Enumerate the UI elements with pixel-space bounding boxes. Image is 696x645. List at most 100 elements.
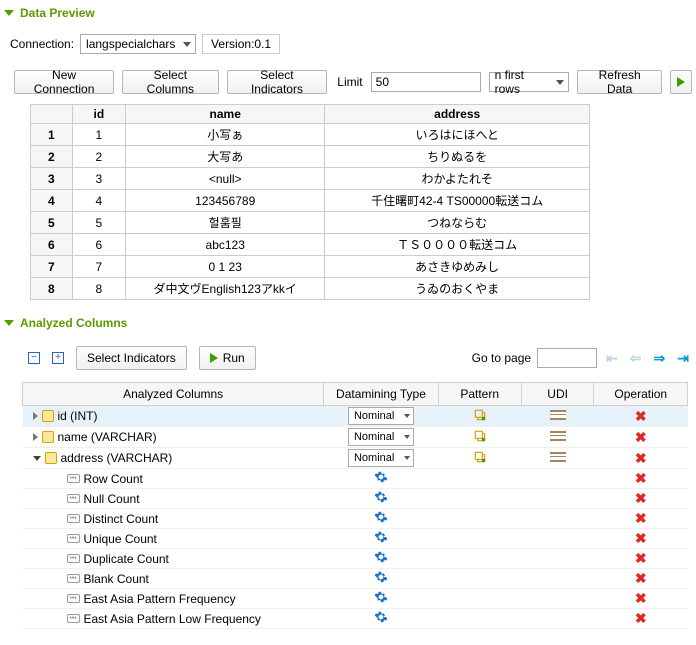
row-number: 4 [31,190,73,212]
header-datamining-type: Datamining Type [324,383,438,406]
gear-icon[interactable] [374,510,388,524]
column-row[interactable]: id (INT)Nominal✖ [23,406,688,427]
udi-icon[interactable] [550,410,566,420]
delete-icon[interactable]: ✖ [635,470,647,486]
delete-icon[interactable]: ✖ [635,570,647,586]
column-icon [45,452,57,464]
col-header-name[interactable]: name [126,105,325,124]
indicator-row[interactable]: ••• Unique Count ✖ [23,529,688,549]
table-row[interactable]: 770 1 23あさきゆめみし [31,256,590,278]
cell-id: 7 [72,256,125,278]
table-row[interactable]: 55헐훔필つねならむ [31,212,590,234]
datamining-type-select[interactable]: Nominal [348,428,414,446]
indicator-row[interactable]: ••• East Asia Pattern Low Frequency ✖ [23,609,688,629]
row-number: 3 [31,168,73,190]
cell-address: ＴＳ００００転送コム [325,234,590,256]
column-icon [42,410,54,422]
table-row[interactable]: 66abc123ＴＳ００００転送コム [31,234,590,256]
collapse-toggle-icon[interactable] [4,320,14,326]
collapse-all-icon[interactable]: − [28,352,40,364]
table-row[interactable]: 33<null>わかよたれそ [31,168,590,190]
indicator-label: Unique Count [84,532,157,546]
table-row[interactable]: 88ダ中文ヴEnglish123アkkイうゐのおくやま [31,278,590,300]
indicator-icon: ••• [67,614,80,623]
table-row[interactable]: 22大写あちりぬるを [31,146,590,168]
version-label: Version:0.1 [211,37,271,51]
section-header-data-preview[interactable]: Data Preview [0,0,696,26]
expand-toggle-icon[interactable] [33,412,38,420]
section-header-analyzed-columns[interactable]: Analyzed Columns [0,310,696,336]
udi-icon[interactable] [550,431,566,441]
indicator-icon: ••• [67,534,80,543]
play-icon [677,77,685,87]
limit-input[interactable] [371,72,481,92]
collapse-toggle-icon[interactable] [4,10,14,16]
chevron-down-icon [404,456,410,460]
connection-select[interactable]: langspecialchars [80,34,196,54]
datamining-type-select[interactable]: Nominal [348,449,414,467]
column-label: address (VARCHAR) [61,451,173,465]
expand-toggle-icon[interactable] [33,456,41,461]
expand-toggle-icon[interactable] [33,433,38,441]
column-row[interactable]: address (VARCHAR) Nominal ✖ [23,448,688,469]
gear-icon[interactable] [374,470,388,484]
delete-icon[interactable]: ✖ [635,550,647,566]
ac-select-indicators-button[interactable]: Select Indicators [76,346,187,370]
delete-icon[interactable]: ✖ [635,408,647,424]
datamining-type-select[interactable]: Nominal [348,407,414,425]
delete-icon[interactable]: ✖ [635,429,647,445]
last-page-icon[interactable]: ⇥ [674,350,692,367]
col-header-id[interactable]: id [72,105,125,124]
delete-icon[interactable]: ✖ [635,510,647,526]
gear-icon[interactable] [374,530,388,544]
first-page-icon[interactable]: ⇤ [603,350,621,367]
indicator-icon: ••• [67,594,80,603]
delete-icon[interactable]: ✖ [635,490,647,506]
select-columns-button[interactable]: Select Columns [122,70,219,94]
gear-icon[interactable] [374,610,388,624]
column-row[interactable]: name (VARCHAR)Nominal✖ [23,427,688,448]
expand-all-icon[interactable]: + [52,352,64,364]
header-operation: Operation [594,383,688,406]
next-page-icon[interactable]: ⇒ [651,350,669,367]
delete-icon[interactable]: ✖ [635,590,647,606]
pattern-icon[interactable] [473,450,487,464]
table-row[interactable]: 11小写ぁいろはにほへと [31,124,590,146]
version-display: Version:0.1 [202,34,280,54]
prev-page-icon[interactable]: ⇐ [627,350,645,367]
cell-name: 123456789 [126,190,325,212]
new-connection-button[interactable]: New Connection [14,70,114,94]
run-button[interactable]: Run [199,346,256,370]
goto-page-input[interactable] [537,348,597,368]
gear-icon[interactable] [374,570,388,584]
chevron-down-icon [404,435,410,439]
indicator-row[interactable]: ••• Null Count ✖ [23,489,688,509]
gear-icon[interactable] [374,490,388,504]
col-header-address[interactable]: address [325,105,590,124]
indicator-icon: ••• [67,494,80,503]
gear-icon[interactable] [374,590,388,604]
pattern-icon[interactable] [473,408,487,422]
indicator-label: Null Count [84,492,140,506]
pattern-icon[interactable] [473,429,487,443]
delete-icon[interactable]: ✖ [635,450,647,466]
udi-icon[interactable] [550,452,566,462]
indicator-row[interactable]: •••Blank Count✖ [23,569,688,589]
run-preview-button[interactable] [670,70,692,94]
cell-name: 헐훔필 [126,212,325,234]
rows-mode-select[interactable]: n first rows [489,72,570,92]
indicator-row[interactable]: •••Row Count✖ [23,469,688,489]
delete-icon[interactable]: ✖ [635,530,647,546]
data-preview-table-wrap: id name address 11小写ぁいろはにほへと22大写あちりぬるを33… [30,104,686,300]
gear-icon[interactable] [374,550,388,564]
indicator-row[interactable]: •••Distinct Count✖ [23,509,688,529]
delete-icon[interactable]: ✖ [635,610,647,626]
section-title: Data Preview [20,6,95,20]
table-row[interactable]: 44123456789千住曙町42-4 TS00000転送コム [31,190,590,212]
indicator-row[interactable]: •••East Asia Pattern Frequency✖ [23,589,688,609]
row-number: 5 [31,212,73,234]
indicator-label: East Asia Pattern Low Frequency [84,612,261,626]
indicator-row[interactable]: •••Duplicate Count✖ [23,549,688,569]
select-indicators-button[interactable]: Select Indicators [227,70,328,94]
refresh-data-button[interactable]: Refresh Data [577,70,662,94]
